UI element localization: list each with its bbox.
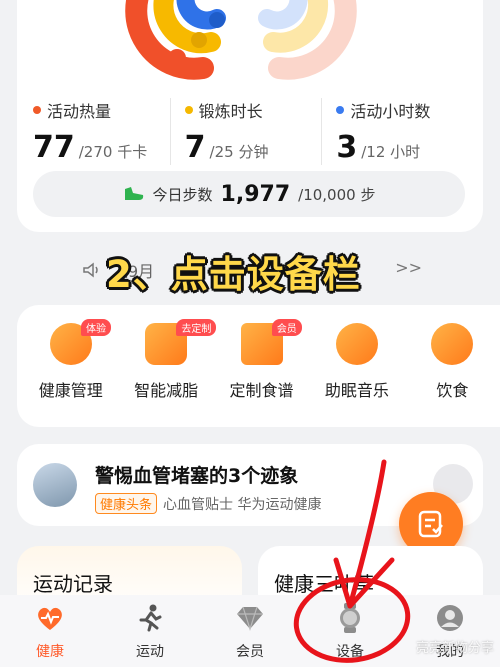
metric-calories[interactable]: 活动热量 77/270 千卡 [33, 98, 170, 165]
tab-health[interactable]: 健康 [0, 603, 100, 661]
metric-active-hours[interactable]: 活动小时数 3/12 小时 [321, 98, 473, 165]
tab-device[interactable]: 设备 [300, 603, 400, 661]
metric-label: 活动热量 [47, 102, 112, 121]
metrics-row: 活动热量 77/270 千卡 锻炼时长 7/25 分钟 活动小时数 3/12 小… [33, 98, 473, 165]
service-label: 定制食谱 [229, 381, 294, 400]
instruction-overlay: 2、点击设备栏 [106, 253, 361, 296]
yesterday-stand-ring [258, 0, 308, 30]
services-card: 体验 健康管理 去定制 智能减脂 会员 定制食谱 助眠音乐 饮食 [17, 305, 500, 427]
tab-label: 健康 [36, 644, 64, 660]
service-badge: 体验 [81, 319, 111, 336]
steps-summary[interactable]: 今日步数 1,977 /10,000 步 [33, 171, 465, 217]
calories-ring-icon [168, 49, 186, 67]
activity-card[interactable]: 活动热量 77/270 千卡 锻炼时长 7/25 分钟 活动小时数 3/12 小… [17, 0, 483, 232]
news-title: 警惕血管堵塞的3个迹象 [95, 465, 299, 487]
diamond-icon [235, 603, 265, 633]
shoe-icon [124, 187, 143, 200]
metric-exercise[interactable]: 锻炼时长 7/25 分钟 [169, 98, 322, 165]
speaker-icon [83, 262, 98, 278]
service-label: 助眠音乐 [324, 381, 389, 400]
running-icon [135, 603, 165, 633]
service-label: 饮食 [436, 381, 469, 400]
tab-label: 运动 [136, 644, 164, 660]
news-source: 心血管贴士 华为运动健康 [163, 496, 322, 513]
metric-goal: /12 小时 [361, 143, 421, 161]
hours-dot-icon [336, 106, 345, 114]
service-fat-loss[interactable]: 去定制 智能减脂 [118, 319, 217, 401]
heart-icon [35, 603, 65, 633]
news-thumbnail [33, 463, 77, 507]
calories-dot-icon [33, 106, 41, 114]
steps-goal: /10,000 步 [298, 185, 376, 204]
tab-label: 设备 [336, 644, 364, 660]
card-title: 运动记录 [33, 572, 113, 596]
metric-label: 锻炼时长 [198, 102, 263, 121]
metric-value: 7 [184, 130, 206, 165]
metric-value: 77 [33, 130, 75, 165]
activity-rings [125, 0, 357, 80]
service-label: 智能减脂 [134, 381, 199, 400]
steps-label: 今日步数 [152, 185, 213, 204]
metric-goal: /25 分钟 [209, 143, 269, 161]
tab-label: 会员 [236, 644, 264, 660]
service-label: 健康管理 [38, 381, 103, 400]
service-badge: 去定制 [176, 319, 217, 336]
service-health-manage[interactable]: 体验 健康管理 [23, 319, 118, 401]
bottom-tab-bar: 健康 运动 会员 设备 我的 [0, 595, 500, 667]
metric-value: 3 [336, 130, 358, 165]
exercise-ring-icon [191, 32, 207, 48]
watermark: 亮亮新物分享 [415, 641, 494, 656]
watch-icon [335, 603, 365, 633]
service-badge: 会员 [271, 319, 302, 336]
notice-arrows: >> [395, 258, 422, 277]
tab-sport[interactable]: 运动 [100, 603, 200, 661]
tab-member[interactable]: 会员 [200, 603, 300, 661]
metric-label: 活动小时数 [350, 102, 431, 121]
diet-bowl-icon [431, 323, 474, 365]
steps-value: 1,977 [220, 181, 291, 207]
checklist-icon [418, 510, 443, 538]
service-diet[interactable]: 饮食 [405, 323, 500, 401]
service-sleep-music[interactable]: 助眠音乐 [309, 323, 404, 401]
metric-goal: /270 千卡 [78, 143, 148, 161]
sleep-music-icon [335, 323, 378, 365]
exercise-dot-icon [184, 106, 193, 114]
profile-icon [435, 603, 465, 633]
news-tag: 健康头条 [95, 493, 158, 514]
service-recipe[interactable]: 会员 定制食谱 [214, 319, 309, 401]
stand-ring-icon [209, 12, 225, 28]
card-title: 健康三叶草 [274, 572, 374, 596]
